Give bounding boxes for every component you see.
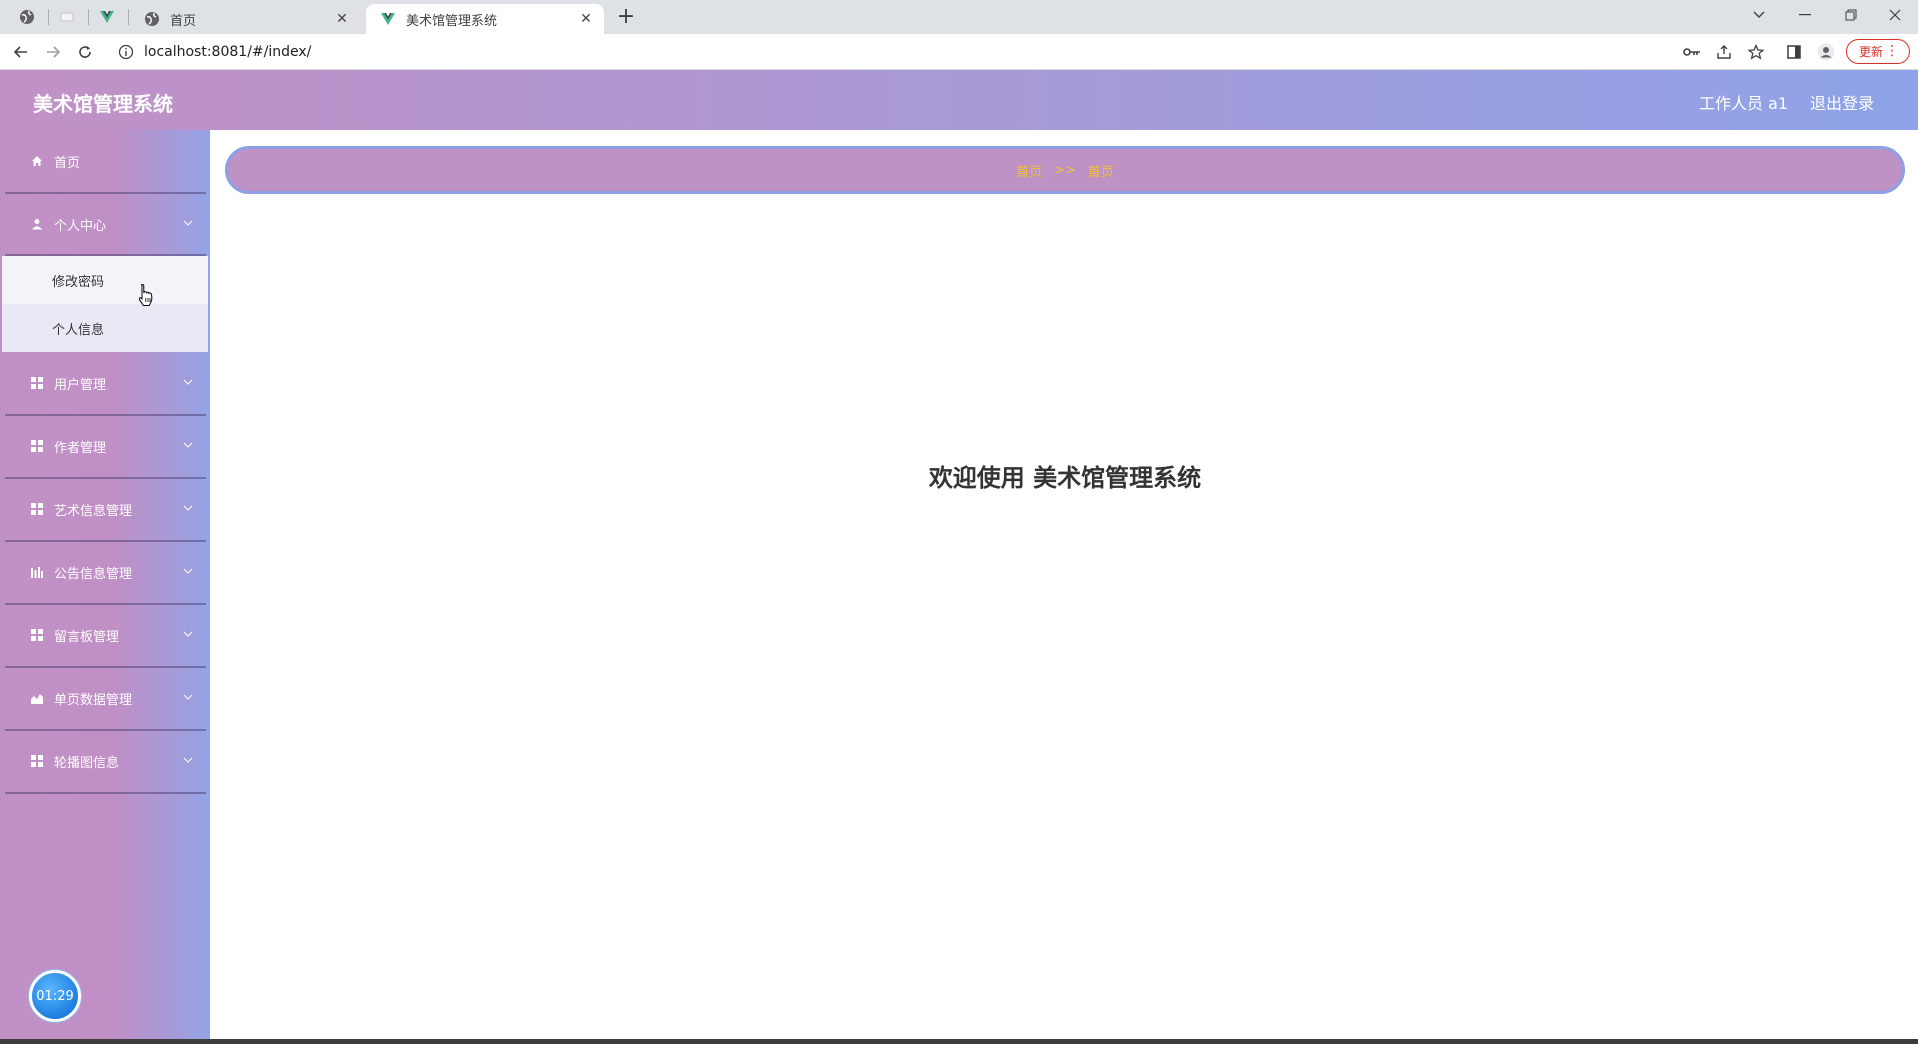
url-field[interactable]: localhost:8081/#/index/: [108, 38, 1708, 66]
welcome-title: 欢迎使用 美术馆管理系统: [928, 464, 1202, 492]
bookmark-button[interactable]: [1746, 42, 1766, 62]
sidebar-item-single-page-data[interactable]: 单页数据管理: [0, 667, 210, 729]
close-icon: [1889, 9, 1901, 21]
grid-icon: [30, 502, 44, 516]
chevron-down-icon: [183, 220, 193, 226]
globe-icon: [145, 12, 159, 26]
chevron-down-icon: [183, 694, 193, 700]
chevron-down-icon: [183, 379, 193, 385]
chevron-down-icon: [183, 757, 193, 763]
chevron-down-icon: [1753, 11, 1765, 18]
sidebar-subitem-change-password[interactable]: 修改密码: [2, 256, 208, 304]
close-icon[interactable]: ✕: [334, 11, 350, 27]
breadcrumb-separator: >>: [1054, 162, 1076, 178]
user-icon: [30, 217, 44, 231]
vue-logo-icon: [381, 13, 395, 25]
close-icon[interactable]: ✕: [578, 11, 594, 27]
logout-button[interactable]: 退出登录: [1810, 90, 1874, 114]
password-key-button[interactable]: [1682, 42, 1702, 62]
sidebar-item-message-board[interactable]: 留言板管理: [0, 604, 210, 666]
hand-cursor-icon: [138, 283, 153, 306]
sidebar-item-label: 作者管理: [54, 440, 107, 456]
breadcrumb: 首页 >> 首页: [225, 146, 1905, 194]
sidebar-item-notice-management[interactable]: 公告信息管理: [0, 541, 210, 603]
breadcrumb-current: 首页: [1087, 164, 1114, 180]
blank-page-icon: [60, 12, 74, 22]
arrow-right-icon: [47, 46, 61, 58]
tab-search-button[interactable]: [1736, 0, 1782, 30]
close-window-button[interactable]: [1872, 0, 1918, 30]
chevron-down-icon: [183, 505, 193, 511]
avatar-icon: [1817, 43, 1835, 61]
timer-badge: 01:29: [29, 970, 81, 1022]
minimize-button[interactable]: [1782, 0, 1828, 30]
sidebar-item-label: 单页数据管理: [54, 692, 133, 708]
sidebar-subitem-personal-info[interactable]: 个人信息: [2, 304, 208, 352]
sidebar-subitem-label: 修改密码: [52, 274, 105, 290]
pinned-tab-globe[interactable]: [12, 4, 42, 30]
reload-button[interactable]: [72, 39, 98, 65]
sidebar-subitem-label: 个人信息: [52, 322, 105, 338]
share-icon: [1717, 45, 1731, 59]
side-panel-button[interactable]: [1784, 42, 1804, 62]
sidebar-item-home[interactable]: 首页: [0, 130, 210, 192]
sidebar-item-label: 艺术信息管理: [54, 503, 133, 519]
sidebar-item-label: 个人中心: [54, 218, 107, 234]
new-tab-button[interactable]: +: [614, 6, 638, 30]
star-icon: [1748, 44, 1764, 60]
globe-icon: [20, 10, 34, 24]
more-vert-icon: ⋮: [1885, 43, 1899, 59]
forward-button[interactable]: [40, 39, 66, 65]
sidebar-item-author-management[interactable]: 作者管理: [0, 415, 210, 477]
info-icon[interactable]: [118, 44, 134, 60]
grid-icon: [30, 754, 44, 768]
sidebar-item-label: 留言板管理: [54, 629, 120, 645]
pinned-tab-vue[interactable]: [92, 4, 122, 30]
pinned-tab-blank[interactable]: [52, 4, 82, 30]
share-button[interactable]: [1714, 42, 1734, 62]
sidebar-item-art-info-management[interactable]: 艺术信息管理: [0, 478, 210, 540]
tab-gallery-system[interactable]: 美术馆管理系统 ✕: [366, 4, 604, 34]
personal-center-submenu: 修改密码 个人信息: [2, 256, 208, 352]
sidebar-item-personal-center[interactable]: 个人中心: [0, 193, 210, 255]
breadcrumb-home[interactable]: 首页: [1016, 161, 1042, 180]
restore-icon: [1845, 9, 1857, 21]
key-icon: [1683, 48, 1700, 56]
vue-logo-icon: [100, 11, 114, 23]
sidebar-item-carousel-info[interactable]: 轮播图信息: [0, 730, 210, 792]
bar-chart-icon: [30, 565, 44, 579]
grid-icon: [30, 439, 44, 453]
chevron-down-icon: [183, 631, 193, 637]
taskbar-strip: [0, 1039, 1918, 1044]
sidebar-item-label: 用户管理: [54, 377, 107, 393]
tab-home[interactable]: 首页 ✕: [130, 4, 360, 34]
url-text: localhost:8081/#/index/: [144, 44, 312, 60]
address-bar: localhost:8081/#/index/ 更新 ⋮: [0, 34, 1918, 70]
update-button[interactable]: 更新 ⋮: [1846, 39, 1910, 64]
reload-icon: [79, 46, 91, 58]
back-button[interactable]: [8, 39, 34, 65]
restore-button[interactable]: [1828, 0, 1874, 30]
sidebar-item-user-management[interactable]: 用户管理: [0, 352, 210, 414]
home-icon: [30, 154, 44, 168]
sidebar-item-label: 轮播图信息: [54, 755, 120, 771]
area-chart-icon: [30, 691, 44, 705]
current-user: 工作人员 a1: [1699, 94, 1789, 113]
minimize-icon: [1799, 14, 1811, 16]
arrow-left-icon: [13, 46, 27, 58]
app-title: 美术馆管理系统: [33, 92, 173, 116]
sidebar-item-label: 首页: [54, 155, 81, 171]
side-panel-icon: [1787, 45, 1801, 59]
app-header: 美术馆管理系统 工作人员 a1 退出登录: [0, 70, 1918, 130]
tab-title: 首页: [170, 13, 197, 29]
grid-icon: [30, 628, 44, 642]
sidebar-item-label: 公告信息管理: [54, 566, 133, 582]
browser-tab-bar: 首页 ✕ 美术馆管理系统 ✕ +: [0, 0, 1918, 34]
tab-title: 美术馆管理系统: [406, 13, 498, 29]
grid-icon: [30, 376, 44, 390]
chevron-down-icon: [183, 568, 193, 574]
update-label: 更新: [1859, 45, 1884, 59]
chevron-down-icon: [183, 442, 193, 448]
profile-button[interactable]: [1816, 42, 1836, 62]
